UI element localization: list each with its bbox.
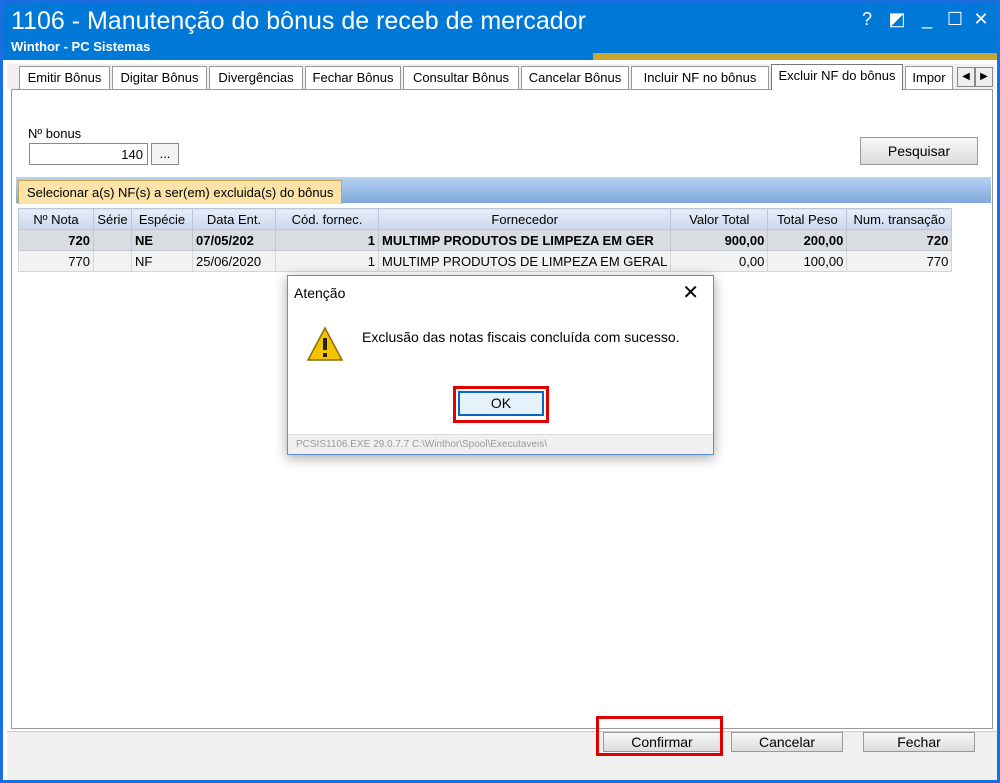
dialog-footer: PCSIS1106.EXE 29.0.7.7 C:\Winthor\Spool\… — [288, 434, 713, 454]
window-subtitle: Winthor - PC Sistemas — [11, 39, 151, 54]
cell-fornecedor: MULTIMP PRODUTOS DE LIMPEZA EM GERAL — [377, 250, 672, 272]
cell-fornecedor: MULTIMP PRODUTOS DE LIMPEZA EM GER — [377, 229, 672, 251]
tab-consultar-bonus[interactable]: Consultar Bônus — [403, 66, 519, 89]
tab-cancelar-bonus[interactable]: Cancelar Bônus — [521, 66, 629, 89]
tab-impor[interactable]: Impor — [905, 66, 953, 89]
cell-data-ent: 07/05/202 — [192, 229, 276, 251]
col-header-data-ent[interactable]: Data Ent. — [192, 208, 276, 230]
help-button[interactable]: ? — [855, 9, 879, 30]
cell-nota: 720 — [18, 229, 94, 251]
dialog-message: Exclusão das notas fiscais concluída com… — [362, 329, 680, 345]
subtab-select-nf[interactable]: Selecionar a(s) NF(s) a ser(em) excluida… — [18, 180, 343, 204]
tab-divergencias[interactable]: Divergências — [209, 66, 303, 89]
col-header-cod-fornec[interactable]: Cód. fornec. — [275, 208, 379, 230]
subtab-bar: Selecionar a(s) NF(s) a ser(em) excluida… — [16, 177, 991, 204]
close-form-button[interactable]: Fechar — [863, 732, 975, 752]
dialog-title: Atenção — [294, 285, 346, 301]
table-row[interactable]: 770 NF 25/06/2020 1 MULTIMP PRODUTOS DE … — [18, 250, 953, 272]
cell-serie — [93, 250, 132, 272]
tab-emitir-bonus[interactable]: Emitir Bônus — [19, 66, 110, 89]
cell-data-ent: 25/06/2020 — [192, 250, 276, 272]
col-header-especie[interactable]: Espécie — [131, 208, 193, 230]
cell-num-transacao: 770 — [846, 250, 953, 272]
bottom-bar: Confirmar Cancelar Fechar — [7, 731, 997, 780]
col-header-serie[interactable]: Série — [93, 208, 132, 230]
tab-fechar-bonus[interactable]: Fechar Bônus — [305, 66, 401, 89]
nf-grid: Nº Nota Série Espécie Data Ent. Cód. for… — [18, 208, 953, 272]
col-header-num-transacao[interactable]: Num. transação — [846, 208, 953, 230]
cell-cod-fornec: 1 — [275, 250, 379, 272]
maximize-button[interactable]: ☐ — [943, 9, 967, 30]
cell-num-transacao: 720 — [846, 229, 953, 251]
tab-strip: Emitir Bônus Digitar Bônus Divergências … — [7, 64, 995, 90]
cell-valor-total: 900,00 — [670, 229, 769, 251]
bonus-lookup-button[interactable]: ... — [151, 143, 179, 165]
bonus-number-input[interactable]: 140 — [29, 143, 148, 165]
cell-especie: NF — [131, 250, 193, 272]
cancel-button[interactable]: Cancelar — [731, 732, 843, 752]
tab-digitar-bonus[interactable]: Digitar Bônus — [112, 66, 207, 89]
restore-button[interactable]: ◩ — [885, 9, 909, 30]
window-title: 1106 - Manutenção do bônus de receb de m… — [11, 7, 586, 35]
col-header-nota[interactable]: Nº Nota — [18, 208, 94, 230]
bonus-number-label: Nº bonus — [28, 126, 82, 141]
confirm-highlight-box — [596, 716, 723, 756]
tab-scroll-left-icon[interactable]: ◀ — [957, 67, 975, 87]
col-header-fornecedor[interactable]: Fornecedor — [377, 208, 672, 230]
cell-especie: NE — [131, 229, 193, 251]
cell-valor-total: 0,00 — [670, 250, 769, 272]
cell-serie — [93, 229, 132, 251]
ok-highlight-box — [453, 386, 549, 423]
search-button[interactable]: Pesquisar — [860, 137, 978, 165]
minimize-button[interactable]: _ — [915, 9, 939, 30]
cell-total-peso: 200,00 — [767, 229, 848, 251]
tab-scroll-right-icon[interactable]: ▶ — [975, 67, 993, 87]
title-accent-stripe — [593, 53, 997, 60]
title-bar: 1106 - Manutenção do bônus de receb de m… — [3, 3, 997, 60]
alert-dialog: Atenção ✕ Exclusão das notas fiscais con… — [287, 275, 714, 455]
dialog-close-icon[interactable]: ✕ — [682, 280, 699, 305]
col-header-valor-total[interactable]: Valor Total — [670, 208, 769, 230]
grid-header-row: Nº Nota Série Espécie Data Ent. Cód. for… — [18, 208, 953, 230]
col-header-total-peso[interactable]: Total Peso — [767, 208, 848, 230]
warning-icon — [306, 326, 344, 367]
close-button[interactable]: ✕ — [969, 9, 993, 30]
tab-incluir-nf[interactable]: Incluir NF no bônus — [631, 66, 769, 89]
cell-cod-fornec: 1 — [275, 229, 379, 251]
tab-excluir-nf[interactable]: Excluir NF do bônus — [771, 64, 903, 90]
cell-total-peso: 100,00 — [767, 250, 848, 272]
cell-nota: 770 — [18, 250, 94, 272]
table-row[interactable]: 720 NE 07/05/202 1 MULTIMP PRODUTOS DE L… — [18, 229, 953, 251]
